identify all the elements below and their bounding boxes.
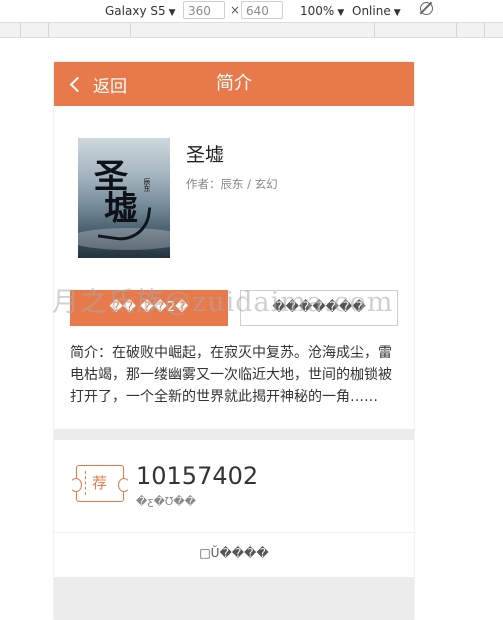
height-input[interactable]: 640 bbox=[241, 1, 283, 19]
book-summary: 简介：在破败中崛起，在寂灭中复苏。沧海成尘，雷电枯竭，那一缕幽雾又一次临近大地，… bbox=[70, 345, 392, 405]
media-query-ruler bbox=[0, 23, 503, 38]
book-title: 圣墟 bbox=[186, 144, 225, 166]
device-viewport: 返回 简介 圣 墟 辰东 圣墟 作者：辰东 / 玄幻 �� ��2� �����… bbox=[54, 62, 414, 620]
section-divider bbox=[54, 429, 414, 440]
book-author-genre: 作者：辰东 / 玄幻 bbox=[186, 177, 278, 191]
cover-author: 辰东 bbox=[143, 178, 151, 192]
devtools-device-toolbar: Galaxy S5 ▼ 360 × 640 100% ▼ Online ▼ bbox=[0, 0, 503, 23]
network-value: Online bbox=[352, 4, 391, 18]
add-to-bookshelf-button[interactable]: ������� bbox=[240, 290, 398, 326]
chevron-left-icon bbox=[69, 76, 86, 92]
chevron-down-icon: ▼ bbox=[393, 8, 401, 18]
rotate-icon[interactable] bbox=[420, 2, 433, 15]
chevron-down-icon: ▼ bbox=[168, 8, 176, 18]
zoom-select[interactable]: 100% ▼ bbox=[300, 3, 344, 21]
network-throttle-select[interactable]: Online ▼ bbox=[352, 3, 401, 21]
device-name: Galaxy S5 bbox=[105, 4, 166, 18]
bottom-band bbox=[54, 577, 414, 620]
back-label: 返回 bbox=[93, 76, 127, 97]
width-input[interactable]: 360 bbox=[183, 1, 225, 19]
ticket-label: �ƹ�Ʊ�� bbox=[136, 495, 196, 508]
back-button[interactable]: 返回 bbox=[68, 62, 127, 106]
book-cover-image: 圣 墟 辰东 bbox=[78, 138, 170, 258]
top-nav-bar: 返回 简介 bbox=[54, 62, 414, 106]
recommend-ticket-icon: 荐 bbox=[70, 465, 130, 502]
start-reading-button[interactable]: �� ��2� bbox=[70, 290, 228, 326]
dimension-separator: × bbox=[230, 3, 241, 17]
ticket-count: 10157402 bbox=[136, 462, 259, 490]
device-select[interactable]: Galaxy S5 ▼ bbox=[105, 3, 176, 21]
row-divider bbox=[54, 532, 414, 533]
chevron-down-icon: ▼ bbox=[337, 8, 345, 18]
zoom-value: 100% bbox=[300, 4, 335, 18]
more-link[interactable]: □Ŭ���� bbox=[54, 546, 414, 560]
ticket-icon-char: 荐 bbox=[85, 471, 118, 495]
